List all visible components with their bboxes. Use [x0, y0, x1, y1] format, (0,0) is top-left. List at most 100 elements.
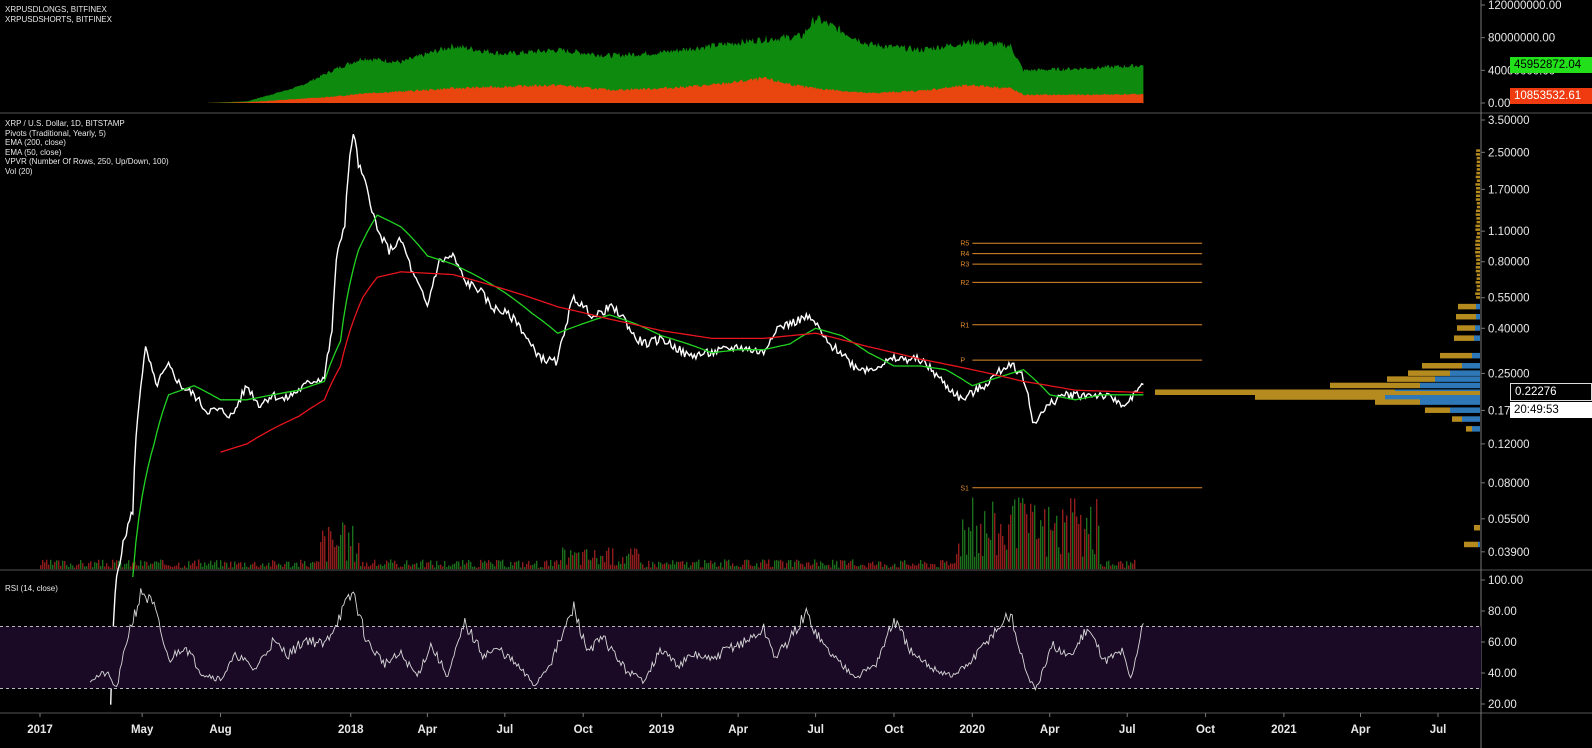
volume-bar — [750, 565, 751, 569]
volume-bar — [1080, 515, 1081, 569]
vpvr-down-bar — [1477, 202, 1480, 205]
volume-bar — [442, 566, 443, 569]
volume-bar — [792, 567, 793, 569]
volume-bar — [242, 567, 243, 569]
volume-bar — [952, 564, 953, 569]
vpvr-down-bar — [1476, 191, 1480, 194]
volume-bar — [664, 564, 665, 569]
longs-value-badge: 45952872.04 — [1510, 57, 1592, 73]
volume-bar — [216, 560, 217, 569]
volume-bar — [186, 568, 187, 569]
volume-bar — [590, 560, 591, 569]
chart-canvas[interactable]: 120000000.0080000000.0040000000.000.00R5… — [0, 0, 1592, 748]
volume-bar — [450, 566, 451, 569]
volume-bar — [508, 567, 509, 569]
volume-bar — [760, 562, 761, 569]
volume-bar — [110, 568, 111, 569]
vpvr-down-bar — [1477, 277, 1480, 280]
vpvr-up-bar — [1478, 542, 1480, 548]
volume-bar — [534, 563, 535, 569]
volume-bar — [78, 564, 79, 569]
volume-bar — [322, 531, 323, 569]
volume-bar — [1120, 561, 1121, 569]
volume-bar — [490, 562, 491, 569]
volume-bar — [600, 556, 601, 569]
volume-bar — [514, 562, 515, 569]
vpvr-down-bar — [1476, 217, 1480, 220]
volume-bar — [188, 561, 189, 569]
vpvr-down-bar — [1476, 187, 1480, 190]
time-axis-tick: Apr — [728, 724, 748, 736]
volume-bar — [440, 565, 441, 569]
price-axis-tick: 0.55000 — [1488, 293, 1530, 305]
volume-bar — [478, 567, 479, 569]
vpvr-up-bar — [1474, 335, 1480, 341]
volume-bar — [1090, 507, 1091, 569]
volume-bar — [562, 548, 563, 569]
vpvr-down-bar — [1476, 270, 1480, 273]
volume-bar — [728, 560, 729, 569]
volume-bar — [698, 560, 699, 569]
volume-bar — [404, 564, 405, 569]
volume-bar — [480, 560, 481, 569]
volume-bar — [290, 568, 291, 569]
volume-bar — [802, 564, 803, 569]
price-axis-tick: 0.03900 — [1488, 547, 1530, 559]
volume-bar — [142, 566, 143, 569]
vpvr-down-bar — [1475, 225, 1480, 228]
vpvr-down-bar — [1422, 363, 1462, 369]
volume-bar — [582, 552, 583, 569]
volume-bar — [356, 554, 357, 569]
volume-bar — [1004, 545, 1005, 569]
volume-bar — [828, 565, 829, 569]
volume-bar — [872, 562, 873, 569]
price-axis-tick: 1.70000 — [1488, 184, 1530, 196]
volume-bar — [370, 565, 371, 569]
volume-bar — [482, 563, 483, 569]
volume-bar — [754, 566, 755, 569]
volume-bar — [1078, 524, 1079, 569]
vpvr-down-bar — [1476, 195, 1480, 198]
vpvr-down-bar — [1452, 416, 1462, 422]
volume-bar — [968, 527, 969, 569]
vpvr-up-bar — [1476, 304, 1480, 310]
volume-bar — [904, 560, 905, 569]
volume-bar — [98, 560, 99, 569]
volume-bar — [196, 566, 197, 569]
volume-bar — [460, 566, 461, 569]
volume-bar — [564, 550, 565, 569]
volume-bar — [82, 563, 83, 569]
volume-bar — [200, 563, 201, 569]
volume-bar — [672, 560, 673, 569]
volume-bar — [670, 564, 671, 569]
price-badge: 0.22276 — [1510, 383, 1592, 401]
volume-bar — [574, 552, 575, 569]
volume-bar — [218, 568, 219, 569]
volume-bar — [858, 566, 859, 569]
volume-bar — [820, 561, 821, 569]
volume-bar — [234, 562, 235, 569]
volume-bar — [1040, 520, 1041, 569]
volume-bar — [588, 560, 589, 569]
volume-bar — [990, 540, 991, 569]
vpvr-up-bar — [1450, 370, 1480, 376]
vpvr-up-bar — [1475, 325, 1480, 331]
volume-bar — [264, 566, 265, 569]
volume-bar — [766, 564, 767, 569]
price-axis-tick: 0.80000 — [1488, 257, 1530, 269]
volume-bar — [746, 560, 747, 569]
volume-bar — [282, 567, 283, 569]
volume-bar — [878, 561, 879, 569]
vpvr-up-bar — [1450, 407, 1480, 413]
volume-bar — [394, 561, 395, 569]
volume-bar — [70, 564, 71, 569]
volume-bar — [502, 560, 503, 569]
volume-bar — [998, 533, 999, 569]
pivot-label-r3: R3 — [960, 262, 969, 269]
volume-bar — [622, 557, 623, 569]
volume-bar — [144, 561, 145, 569]
volume-bar — [550, 560, 551, 569]
volume-bar — [1110, 565, 1111, 569]
volume-bar — [278, 563, 279, 569]
volume-bar — [784, 568, 785, 569]
